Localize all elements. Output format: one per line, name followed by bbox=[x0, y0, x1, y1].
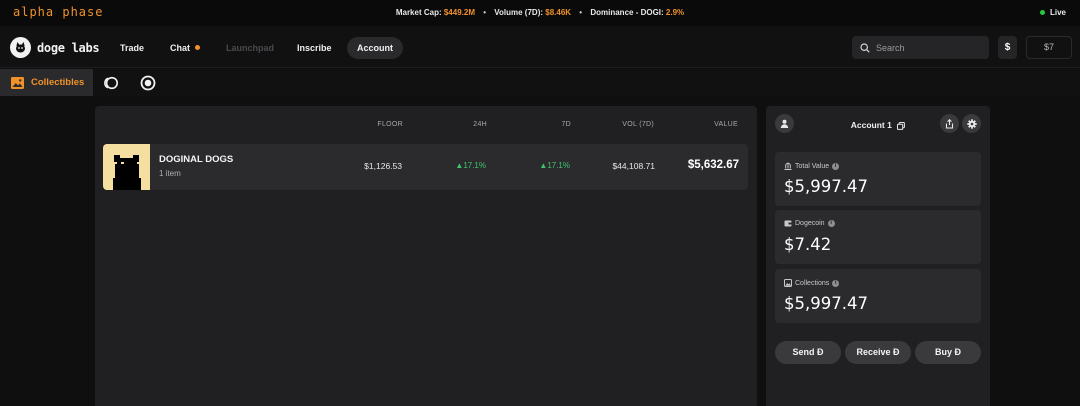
total-value-amount: $5,997.47 bbox=[784, 177, 868, 196]
dogecoin-card: Dogecoin i $7.42 bbox=[775, 210, 981, 264]
notification-dot-icon bbox=[195, 45, 200, 51]
wallet-balance-button[interactable]: $7 bbox=[1026, 36, 1072, 59]
info-icon[interactable]: i bbox=[827, 220, 835, 227]
live-indicator: Live bbox=[1039, 8, 1066, 17]
nav-chat[interactable]: Chat bbox=[160, 37, 210, 59]
main-nav: doge labs Trade Chat Launchpad Inscribe … bbox=[0, 27, 1080, 68]
doge-logo-icon bbox=[10, 37, 31, 58]
collection-row[interactable]: DOGINAL DOGS 1 item $1,126.53 ▲17.1% ▲17… bbox=[103, 144, 748, 190]
copy-icon[interactable] bbox=[897, 121, 906, 130]
image-icon bbox=[784, 279, 792, 287]
dominance-label: Dominance - DOGI: bbox=[590, 8, 664, 17]
logo-text: doge labs bbox=[37, 40, 100, 55]
collections-amount: $5,997.47 bbox=[784, 294, 868, 313]
tab-inscriptions-icon[interactable] bbox=[140, 75, 156, 91]
share-icon bbox=[945, 118, 954, 129]
change-7d-value: 17.1% bbox=[547, 161, 570, 170]
collection-item-count: 1 item bbox=[159, 169, 181, 178]
nav-launchpad[interactable]: Launchpad bbox=[216, 37, 284, 59]
info-icon[interactable]: i bbox=[832, 162, 840, 170]
floor-price: $1,126.53 bbox=[364, 161, 402, 171]
header-floor: FLOOR bbox=[377, 121, 403, 128]
buy-button[interactable]: Buy Đ bbox=[915, 341, 981, 364]
total-value-label: Total Value i bbox=[784, 162, 840, 170]
nav-chat-label: Chat bbox=[170, 43, 190, 53]
currency-button[interactable]: $ bbox=[998, 36, 1017, 59]
market-cap-label: Market Cap: bbox=[395, 8, 442, 17]
image-icon bbox=[11, 76, 24, 89]
header-7d: 7D bbox=[561, 121, 571, 128]
collection-value: $5,632.67 bbox=[687, 159, 739, 171]
logo[interactable]: doge labs bbox=[10, 37, 100, 58]
asset-type-bar: Collectibles bbox=[0, 69, 1080, 96]
bank-icon bbox=[784, 162, 792, 170]
collections-panel: FLOOR 24H 7D VOL (7D) VALUE DOGINAL DOGS… bbox=[95, 106, 757, 406]
live-label: Live bbox=[1049, 8, 1066, 17]
market-stats: Market Cap: $449.2M • Volume (7D): $8.46… bbox=[395, 8, 685, 17]
change-24h: ▲17.1% bbox=[455, 161, 486, 170]
share-button[interactable] bbox=[940, 114, 959, 133]
total-value-card: Total Value i $5,997.47 bbox=[775, 152, 981, 206]
tab-collectibles[interactable]: Collectibles bbox=[0, 69, 93, 96]
search-icon bbox=[860, 42, 870, 53]
dogecoin-amount: $7.42 bbox=[784, 235, 832, 254]
volume-value: $8.46K bbox=[545, 8, 572, 17]
account-name: Account 1 bbox=[850, 120, 892, 130]
header-vol-7d: VOL (7D) bbox=[622, 121, 654, 128]
account-panel: Account 1 Total Value i $5,997.47 Dogeco… bbox=[766, 106, 990, 406]
dogecoin-label-text: Dogecoin bbox=[795, 220, 825, 227]
market-cap-value: $449.2M bbox=[443, 8, 475, 17]
send-button[interactable]: Send Đ bbox=[775, 341, 841, 364]
search-box[interactable] bbox=[852, 36, 989, 59]
info-icon[interactable]: i bbox=[832, 279, 840, 287]
volume-7d: $44,108.71 bbox=[612, 161, 655, 171]
search-input[interactable] bbox=[876, 42, 976, 53]
settings-button[interactable] bbox=[962, 114, 981, 133]
collection-name: DOGINAL DOGS bbox=[159, 154, 234, 165]
dominance-value: 2.9% bbox=[665, 8, 685, 17]
total-value-label-text: Total Value bbox=[795, 162, 830, 170]
gear-icon bbox=[966, 118, 977, 129]
change-7d: ▲17.1% bbox=[539, 161, 570, 170]
nav-trade[interactable]: Trade bbox=[110, 37, 154, 59]
tab-collectibles-label: Collectibles bbox=[31, 77, 85, 88]
change-24h-value: 17.1% bbox=[463, 161, 486, 170]
nav-inscribe[interactable]: Inscribe bbox=[287, 37, 342, 59]
top-banner: alpha phase Market Cap: $449.2M • Volume… bbox=[0, 0, 1080, 26]
volume-label: Volume (7D): bbox=[494, 8, 544, 17]
header-value: VALUE bbox=[714, 121, 738, 128]
wallet-icon bbox=[784, 220, 792, 227]
collections-label: Collections i bbox=[784, 279, 840, 287]
dogecoin-label: Dogecoin i bbox=[784, 220, 835, 227]
tab-tokens-icon[interactable] bbox=[103, 75, 119, 91]
receive-button[interactable]: Receive Đ bbox=[845, 341, 911, 364]
nav-account[interactable]: Account bbox=[347, 37, 403, 59]
header-24h: 24H bbox=[473, 121, 487, 128]
live-dot-icon bbox=[1039, 10, 1045, 15]
collections-card: Collections i $5,997.47 bbox=[775, 269, 981, 323]
collections-label-text: Collections bbox=[795, 279, 830, 287]
collection-thumbnail bbox=[103, 144, 150, 190]
